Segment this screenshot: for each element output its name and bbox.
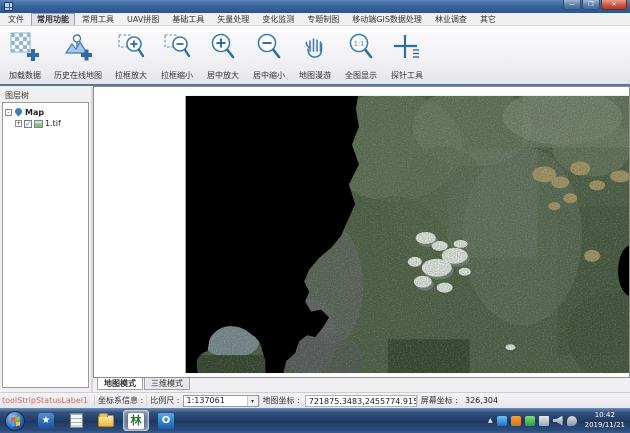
scale-value: 1:137061 <box>187 396 225 405</box>
ribbon-tab-bar: 文件 常用功能 常用工具 UAV拼图 基础工具 矢量处理 变化监测 专题制图 移… <box>0 13 630 26</box>
messenger-tray-icon[interactable] <box>497 416 507 426</box>
start-button[interactable] <box>5 411 25 431</box>
center-zoom-out-button[interactable]: 居中缩小 <box>246 28 292 84</box>
load-data-icon <box>10 32 40 62</box>
toolbar-button-label: 加载数据 <box>9 70 41 81</box>
toolbar-button-label: 拉框缩小 <box>161 70 193 81</box>
tab-map-mode[interactable]: 地图模式 <box>97 378 143 390</box>
scale-combo[interactable]: 1:137061 ▾ <box>183 395 259 407</box>
raster-layer-icon <box>34 120 43 128</box>
close-button[interactable]: ✕ <box>601 0 627 10</box>
maximize-button[interactable]: ❐ <box>582 0 600 10</box>
probe-tool-icon <box>392 32 422 62</box>
application-window: — ❐ ✕ 文件 常用功能 常用工具 UAV拼图 基础工具 矢量处理 变化监测 … <box>0 0 630 433</box>
tab-mobile-gis-data[interactable]: 移动端GIS数据处理 <box>346 13 428 25</box>
toolbar-button-label: 探针工具 <box>391 70 423 81</box>
tab-file[interactable]: 文件 <box>2 13 30 25</box>
taskbar-notepad-app[interactable] <box>63 410 89 431</box>
toolbar: 加载数据 历史在线地图 <box>0 26 630 84</box>
tab-3d-mode[interactable]: 三维模式 <box>144 378 190 390</box>
system-tray: ▲ 10:42 2019/11/21 <box>488 411 630 430</box>
center-zoom-out-icon <box>254 32 284 62</box>
taskbar-star-app[interactable]: ★ <box>33 410 59 431</box>
tab-vector-processing[interactable]: 矢量处理 <box>211 13 255 25</box>
pan-button[interactable]: 地图漫游 <box>292 28 338 84</box>
ime-tray-icon[interactable] <box>511 416 521 426</box>
tree-node-label: 1.tif <box>45 119 61 128</box>
toolbar-button-label: 拉框放大 <box>115 70 147 81</box>
coord-sys-label: 坐标系信息 : <box>94 395 146 406</box>
tab-change-monitoring[interactable]: 变化监测 <box>256 13 300 25</box>
tab-uav-mosaic[interactable]: UAV拼图 <box>121 13 165 25</box>
forestry-app-icon: 林 <box>128 413 144 429</box>
scale-label: 比例尺 : <box>146 395 182 406</box>
taskbar-explorer-app[interactable] <box>93 410 119 431</box>
status-bar: toolStripStatusLabel1 坐标系信息 : 比例尺 : 1:13… <box>0 392 630 408</box>
toolbar-button-label: 居中缩小 <box>253 70 285 81</box>
toolbar-button-label: 居中放大 <box>207 70 239 81</box>
o-app-icon: O <box>158 413 174 429</box>
load-data-button[interactable]: 加载数据 <box>2 28 48 84</box>
full-extent-icon: 1:1 <box>346 32 376 62</box>
tab-common-functions[interactable]: 常用功能 <box>31 13 75 25</box>
taskbar-clock[interactable]: 10:42 2019/11/21 <box>581 411 625 430</box>
history-online-map-icon <box>63 32 93 62</box>
volume-tray-icon[interactable] <box>553 416 563 426</box>
box-zoom-out-icon <box>162 32 192 62</box>
security-tray-icon[interactable] <box>525 416 535 426</box>
network-tray-icon[interactable] <box>539 416 549 426</box>
tab-common-tools[interactable]: 常用工具 <box>76 13 120 25</box>
minimize-button[interactable]: — <box>563 0 581 10</box>
map-canvas[interactable] <box>94 87 629 377</box>
layer-group-icon <box>14 107 24 117</box>
full-extent-glyph: 1:1 <box>354 40 364 48</box>
collapse-icon[interactable]: - <box>5 109 12 116</box>
screen-coord-value: 326,304 <box>461 396 502 405</box>
history-online-map-button[interactable]: 历史在线地图 <box>48 28 108 84</box>
probe-tool-button[interactable]: 探针工具 <box>384 28 430 84</box>
star-app-icon: ★ <box>38 413 54 429</box>
layer-tree[interactable]: - Map + ✓ 1.tif <box>2 102 89 388</box>
app-icon <box>4 2 13 11</box>
tree-node-layer[interactable]: + ✓ 1.tif <box>5 118 86 129</box>
tray-expand-icon[interactable]: ▲ <box>488 417 493 424</box>
taskbar-forestry-app[interactable]: 林 <box>123 410 149 431</box>
center-zoom-in-button[interactable]: 居中放大 <box>200 28 246 84</box>
tree-node-map[interactable]: - Map <box>5 107 86 118</box>
toolbar-button-label: 全图显示 <box>345 70 377 81</box>
map-view[interactable] <box>93 86 630 378</box>
center-zoom-in-icon <box>208 32 238 62</box>
clock-date: 2019/11/21 <box>585 421 625 430</box>
view-mode-tabs: 地图模式 三维模式 <box>93 378 630 392</box>
toolbar-button-label: 历史在线地图 <box>54 70 102 81</box>
taskbar-o-app[interactable]: O <box>153 410 179 431</box>
box-zoom-in-icon <box>116 32 146 62</box>
taskbar: ★ 林 O ▲ 10:42 2019/11/21 <box>0 408 630 433</box>
map-coord-label: 地图坐标 : <box>259 395 303 406</box>
clock-time: 10:42 <box>585 411 625 420</box>
chevron-down-icon[interactable]: ▾ <box>247 396 258 406</box>
notepad-icon <box>70 413 83 428</box>
status-debug-label: toolStripStatusLabel1 <box>0 396 94 405</box>
tab-thematic-mapping[interactable]: 专题制图 <box>301 13 345 25</box>
layer-checkbox[interactable]: ✓ <box>24 120 32 128</box>
screen-coord-label: 屏幕坐标 : <box>417 395 461 406</box>
tree-node-label: Map <box>25 108 44 117</box>
tab-forestry-survey[interactable]: 林业调查 <box>429 13 473 25</box>
toolbar-button-label: 地图漫游 <box>299 70 331 81</box>
box-zoom-out-button[interactable]: 拉框缩小 <box>154 28 200 84</box>
tab-basic-tools[interactable]: 基础工具 <box>166 13 210 25</box>
full-extent-button[interactable]: 1:1 全图显示 <box>338 28 384 84</box>
layer-panel: 图层树 - Map + ✓ 1.tif <box>0 86 91 392</box>
map-coord-value: 721875.3483,2455774.9159 <box>305 395 417 407</box>
folder-icon <box>98 415 114 427</box>
title-bar: — ❐ ✕ <box>0 0 630 13</box>
windows-logo-icon <box>11 416 20 426</box>
expand-icon[interactable]: + <box>15 120 22 127</box>
pan-hand-icon <box>300 32 330 62</box>
box-zoom-in-button[interactable]: 拉框放大 <box>108 28 154 84</box>
action-center-tray-icon[interactable] <box>567 416 577 426</box>
tab-other[interactable]: 其它 <box>474 13 502 25</box>
